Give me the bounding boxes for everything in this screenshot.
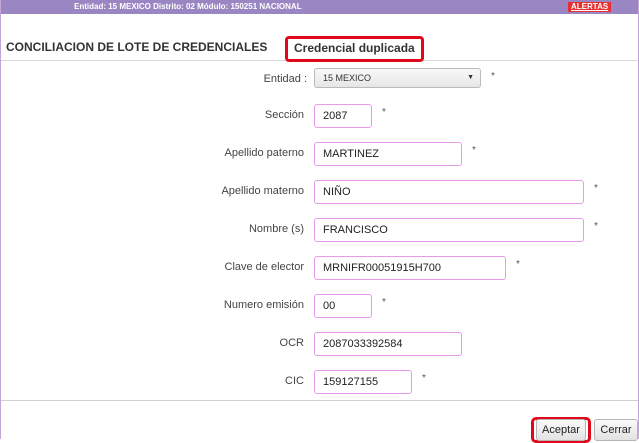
header-info: Entidad: 15 MEXICO Distrito: 02 Módulo: …	[74, 2, 302, 11]
header-bar: Entidad: 15 MEXICO Distrito: 02 Módulo: …	[1, 0, 638, 14]
title-bar: CONCILIACION DE LOTE DE CREDENCIALES Cre…	[1, 36, 638, 62]
numero-emision-field[interactable]: 00	[314, 294, 372, 318]
status-badge: Credencial duplicada	[285, 36, 424, 62]
clave-elector-label: Clave de elector	[224, 261, 305, 273]
apellido-paterno-label: Apellido paterno	[224, 147, 304, 159]
required-mark: *	[422, 373, 426, 384]
required-mark: *	[594, 183, 598, 194]
entidad-select[interactable]: 15 MEXICO ▼	[314, 68, 481, 88]
page-title: CONCILIACION DE LOTE DE CREDENCIALES	[6, 40, 268, 54]
cic-field[interactable]: 159127155	[314, 370, 412, 394]
seccion-label: Sección	[264, 109, 304, 121]
nombre-field[interactable]: FRANCISCO	[314, 218, 584, 242]
apellido-paterno-field[interactable]: MARTINEZ	[314, 142, 462, 166]
chevron-down-icon: ▼	[467, 74, 474, 81]
close-button[interactable]: Cerrar	[594, 419, 638, 441]
seccion-field[interactable]: 2087	[314, 104, 372, 128]
ocr-label: OCR	[279, 337, 304, 349]
required-mark: *	[594, 221, 598, 232]
required-mark: *	[491, 71, 495, 82]
ocr-field[interactable]: 2087033392584	[314, 332, 462, 356]
entidad-label: Entidad :	[263, 73, 307, 85]
alerts-link[interactable]: ALERTAS	[568, 2, 612, 12]
footer-divider	[1, 400, 638, 401]
accept-button[interactable]: Aceptar	[536, 419, 586, 441]
required-mark: *	[382, 297, 386, 308]
entidad-value: 15 MEXICO	[323, 73, 372, 83]
required-mark: *	[516, 259, 520, 270]
numero-emision-label: Numero emisión	[223, 299, 304, 311]
apellido-materno-label: Apellido materno	[221, 185, 304, 197]
required-mark: *	[382, 107, 386, 118]
dialog-window: Entidad: 15 MEXICO Distrito: 02 Módulo: …	[0, 0, 639, 443]
nombre-label: Nombre (s)	[248, 223, 304, 235]
clave-elector-field[interactable]: MRNIFR00051915H700	[314, 256, 506, 280]
cic-label: CIC	[285, 375, 304, 387]
required-mark: *	[472, 145, 476, 156]
apellido-materno-field[interactable]: NIÑO	[314, 180, 584, 204]
